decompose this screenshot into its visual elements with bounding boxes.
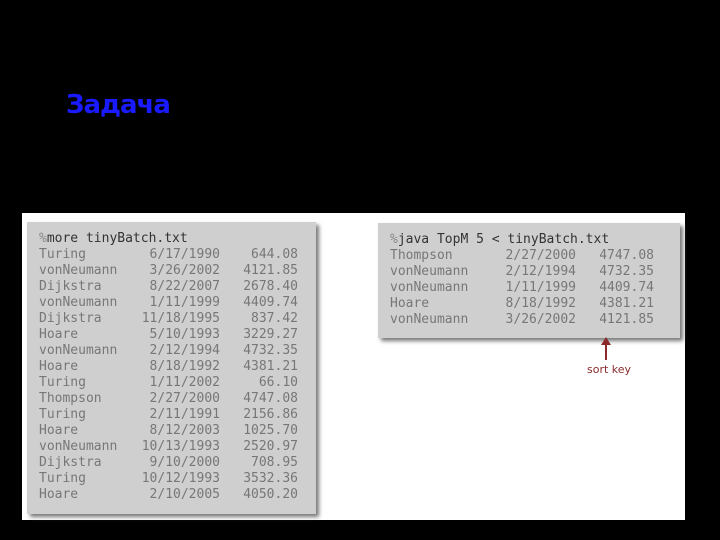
name-cell: Thompson	[39, 391, 102, 406]
output-row: Dijkstra 11/18/1995 837.42	[39, 311, 316, 327]
amount-cell: 3532.36	[243, 471, 298, 486]
amount-cell: 4732.35	[243, 343, 298, 358]
date-cell: 2/12/1994	[149, 343, 220, 358]
name-cell: Dijkstra	[39, 455, 102, 470]
sort-key-label: sort key	[587, 363, 632, 376]
output-row: vonNeumann 1/11/1999 4409.74	[39, 295, 316, 311]
amount-cell: 2156.86	[243, 407, 298, 422]
output-row: vonNeumann 2/12/1994 4732.35	[390, 264, 680, 280]
output-row: Thompson 2/27/2000 4747.08	[39, 391, 316, 407]
date-cell: 10/12/1993	[141, 471, 220, 486]
name-cell: vonNeumann	[39, 263, 118, 278]
content-panel: % more tinyBatch.txt Turing 6/17/1990 644.…	[22, 213, 685, 520]
date-cell: 2/27/2000	[149, 391, 220, 406]
name-cell: Turing	[39, 407, 86, 422]
command: more tinyBatch.txt	[46, 231, 188, 246]
amount-cell: 4409.74	[599, 280, 654, 295]
command-line: % java TopM 5 < tinyBatch.txt	[390, 232, 680, 248]
date-cell: 3/26/2002	[505, 312, 576, 327]
amount-cell: 3229.27	[243, 327, 298, 342]
name-cell: Dijkstra	[39, 311, 102, 326]
date-cell: 2/12/1994	[505, 264, 576, 279]
name-cell: vonNeumann	[39, 439, 118, 454]
date-cell: 1/11/1999	[149, 295, 220, 310]
amount-cell: 2520.97	[243, 439, 298, 454]
amount-cell: 4381.21	[599, 296, 654, 311]
slide-title: Задача	[66, 90, 171, 120]
output-row: Dijkstra 9/10/2000 708.95	[39, 455, 316, 471]
date-cell: 5/10/1993	[149, 327, 220, 342]
amount-cell: 4747.08	[243, 391, 298, 406]
date-cell: 2/27/2000	[505, 248, 576, 263]
date-cell: 3/26/2002	[149, 263, 220, 278]
name-cell: Turing	[39, 471, 86, 486]
date-cell: 6/17/1990	[149, 247, 220, 262]
name-cell: vonNeumann	[39, 295, 118, 310]
output-row: Hoare 5/10/1993 3229.27	[39, 327, 316, 343]
name-cell: vonNeumann	[390, 264, 469, 279]
output-row: vonNeumann 3/26/2002 4121.85	[39, 263, 316, 279]
name-cell: vonNeumann	[39, 343, 118, 358]
amount-cell: 66.10	[258, 375, 298, 390]
output-row: Turing 2/11/1991 2156.86	[39, 407, 316, 423]
name-cell: vonNeumann	[390, 312, 469, 327]
date-cell: 10/13/1993	[141, 439, 220, 454]
command-line: % more tinyBatch.txt	[39, 231, 316, 247]
amount-cell: 708.95	[251, 455, 298, 470]
amount-cell: 4747.08	[599, 248, 654, 263]
name-cell: Turing	[39, 247, 86, 262]
output-row: vonNeumann 1/11/1999 4409.74	[390, 280, 680, 296]
amount-cell: 4732.35	[599, 264, 654, 279]
output-row: Turing 1/11/2002 66.10	[39, 375, 316, 391]
output-row: Turing 10/12/1993 3532.36	[39, 471, 316, 487]
amount-cell: 4121.85	[599, 312, 654, 327]
annotation-arrow	[605, 342, 607, 360]
name-cell: vonNeumann	[390, 280, 469, 295]
left-terminal-output: % more tinyBatch.txt Turing 6/17/1990 644.…	[27, 222, 316, 514]
prompt: %	[390, 232, 398, 247]
name-cell: Dijkstra	[39, 279, 102, 294]
name-cell: Thompson	[390, 248, 453, 263]
output-row: vonNeumann 10/13/1993 2520.97	[39, 439, 316, 455]
date-cell: 8/22/2007	[149, 279, 220, 294]
amount-cell: 4121.85	[243, 263, 298, 278]
date-cell: 11/18/1995	[141, 311, 220, 326]
date-cell: 2/10/2005	[149, 487, 220, 502]
output-row: Hoare 8/12/2003 1025.70	[39, 423, 316, 439]
amount-cell: 4381.21	[243, 359, 298, 374]
date-cell: 8/18/1992	[505, 296, 576, 311]
output-row: Dijkstra 8/22/2007 2678.40	[39, 279, 316, 295]
date-cell: 1/11/1999	[505, 280, 576, 295]
amount-cell: 1025.70	[243, 423, 298, 438]
amount-cell: 4409.74	[243, 295, 298, 310]
output-row: Turing 6/17/1990 644.08	[39, 247, 316, 263]
output-row: vonNeumann 2/12/1994 4732.35	[39, 343, 316, 359]
date-cell: 1/11/2002	[149, 375, 220, 390]
date-cell: 2/11/1991	[149, 407, 220, 422]
output-row: Hoare 8/18/1992 4381.21	[390, 296, 680, 312]
output-row: Hoare 8/18/1992 4381.21	[39, 359, 316, 375]
date-cell: 8/18/1992	[149, 359, 220, 374]
name-cell: Hoare	[39, 327, 79, 342]
output-row: vonNeumann 3/26/2002 4121.85	[390, 312, 680, 328]
name-cell: Hoare	[39, 487, 79, 502]
output-row: Thompson 2/27/2000 4747.08	[390, 248, 680, 264]
name-cell: Hoare	[390, 296, 430, 311]
amount-cell: 2678.40	[243, 279, 298, 294]
name-cell: Turing	[39, 375, 86, 390]
name-cell: Hoare	[39, 359, 79, 374]
amount-cell: 4050.20	[243, 487, 298, 502]
amount-cell: 837.42	[251, 311, 298, 326]
name-cell: Hoare	[39, 423, 79, 438]
output-row: Hoare 2/10/2005 4050.20	[39, 487, 316, 503]
prompt: %	[39, 231, 47, 246]
date-cell: 8/12/2003	[149, 423, 220, 438]
right-terminal-output: % java TopM 5 < tinyBatch.txt Thompson 2/…	[378, 223, 680, 338]
command: java TopM 5 < tinyBatch.txt	[397, 232, 610, 247]
date-cell: 9/10/2000	[149, 455, 220, 470]
amount-cell: 644.08	[251, 247, 298, 262]
